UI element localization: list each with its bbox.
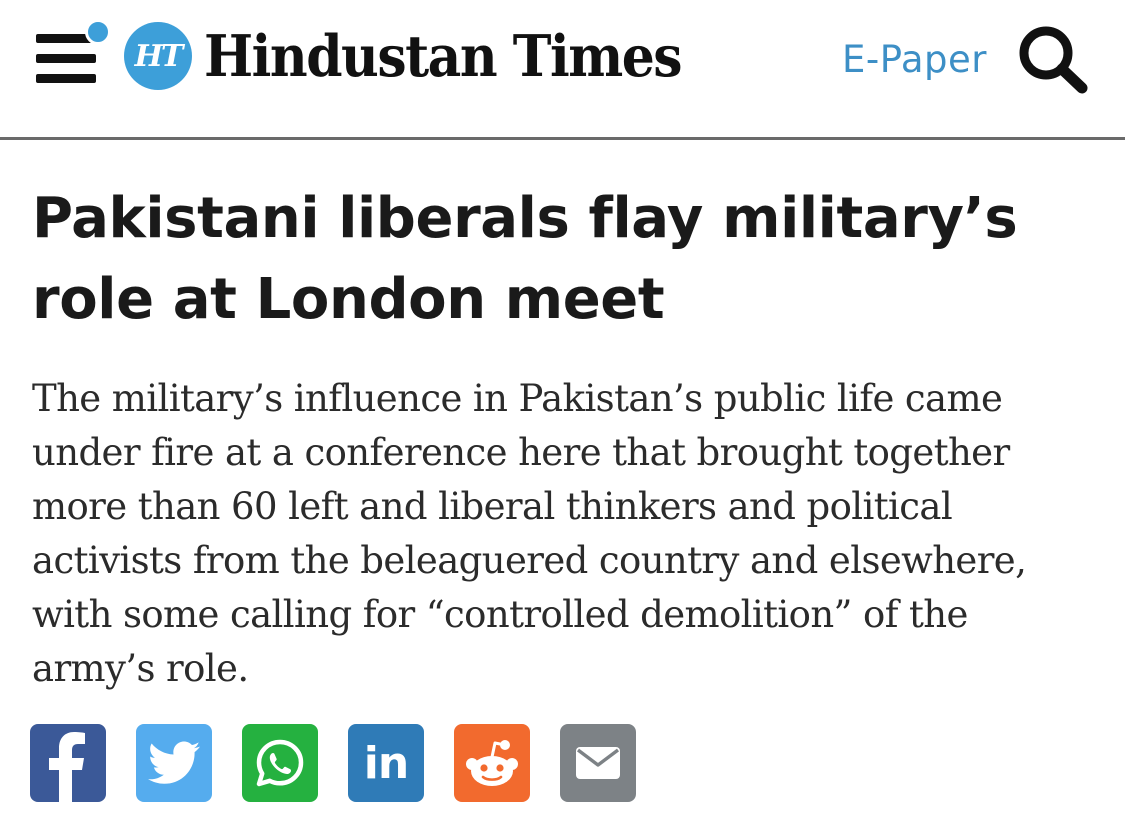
share-whatsapp-button[interactable] — [242, 724, 318, 802]
site-header: HT Hindustan Times E-Paper — [0, 0, 1125, 140]
search-button[interactable] — [1014, 22, 1092, 96]
facebook-icon — [49, 732, 85, 802]
share-facebook-button[interactable] — [30, 724, 106, 802]
email-icon — [576, 747, 620, 779]
logo-badge-text: HT — [134, 38, 184, 74]
epaper-link[interactable]: E-Paper — [842, 38, 987, 81]
logo-wordmark: Hindustan Times — [204, 22, 683, 90]
ht-logo-icon: HT — [124, 22, 192, 90]
share-twitter-button[interactable] — [136, 724, 212, 802]
hamburger-menu-icon-bar — [36, 74, 96, 83]
article-summary: The military’s influence in Pakistan’s p… — [32, 377, 1027, 690]
search-icon — [1019, 26, 1088, 94]
share-email-button[interactable] — [560, 724, 636, 802]
reddit-icon — [466, 740, 518, 786]
whatsapp-icon — [256, 739, 304, 787]
twitter-icon — [148, 741, 200, 784]
share-reddit-button[interactable] — [454, 724, 530, 802]
article-headline: Pakistani liberals flay military’s role … — [32, 186, 1018, 332]
share-linkedin-button[interactable]: in — [348, 724, 424, 802]
notification-dot-icon — [85, 19, 111, 45]
menu-button[interactable] — [36, 19, 111, 88]
hamburger-menu-icon-bar — [36, 54, 96, 63]
share-bar: in — [30, 724, 636, 802]
site-logo[interactable]: HT Hindustan Times — [124, 21, 683, 91]
linkedin-icon: in — [363, 737, 409, 789]
